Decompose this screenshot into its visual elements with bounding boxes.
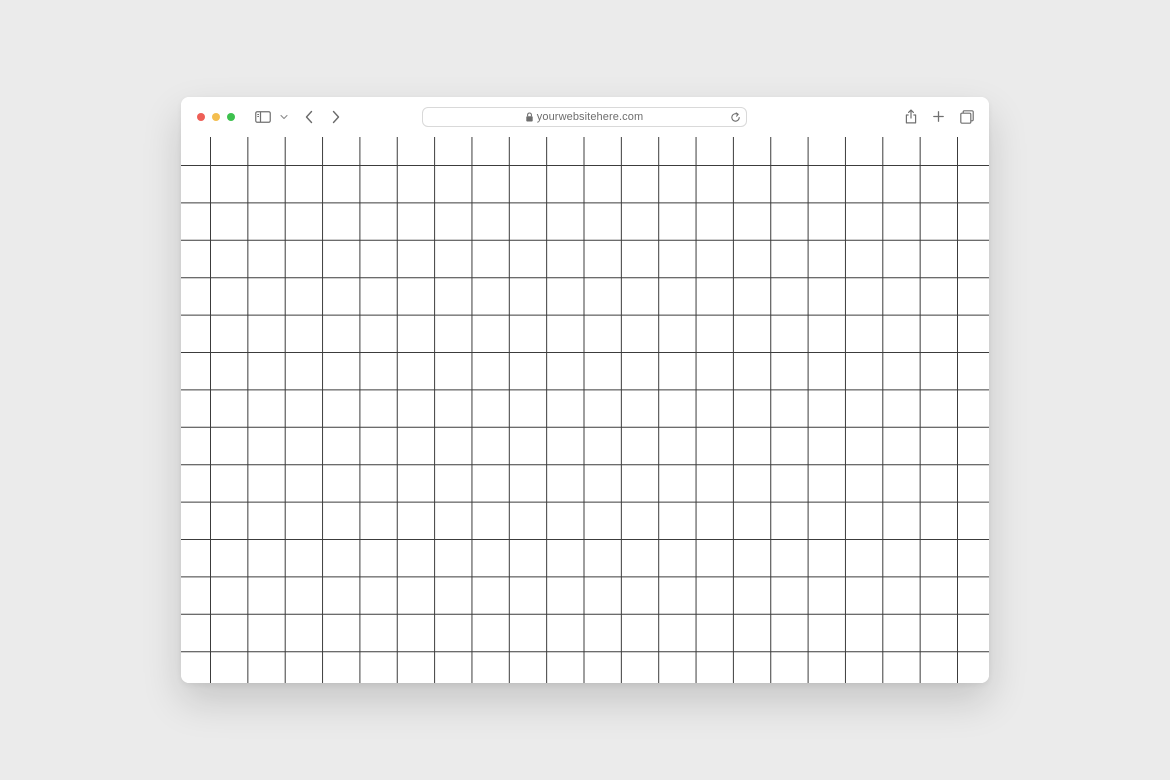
sidebar-toggle-icon[interactable] (255, 111, 271, 123)
share-icon[interactable] (905, 109, 917, 124)
chevron-right-icon[interactable] (332, 110, 340, 124)
chevron-down-icon[interactable] (280, 114, 288, 120)
lock-icon (526, 112, 533, 122)
grid-pattern (181, 137, 989, 683)
url-text: yourwebsitehere.com (536, 111, 644, 123)
web-content[interactable] (181, 137, 989, 683)
browser-toolbar: yourwebsitehere.com (181, 97, 989, 137)
browser-window: yourwebsitehere.com (181, 97, 989, 683)
maximize-window-button[interactable] (227, 113, 235, 121)
chevron-left-icon[interactable] (305, 110, 313, 124)
address-bar-content: yourwebsitehere.com (423, 108, 746, 126)
plus-icon[interactable] (933, 111, 944, 122)
reload-icon[interactable] (730, 112, 741, 123)
address-bar[interactable]: yourwebsitehere.com (422, 107, 747, 127)
minimize-window-button[interactable] (212, 113, 220, 121)
tabs-overview-icon[interactable] (960, 110, 974, 124)
close-window-button[interactable] (197, 113, 205, 121)
